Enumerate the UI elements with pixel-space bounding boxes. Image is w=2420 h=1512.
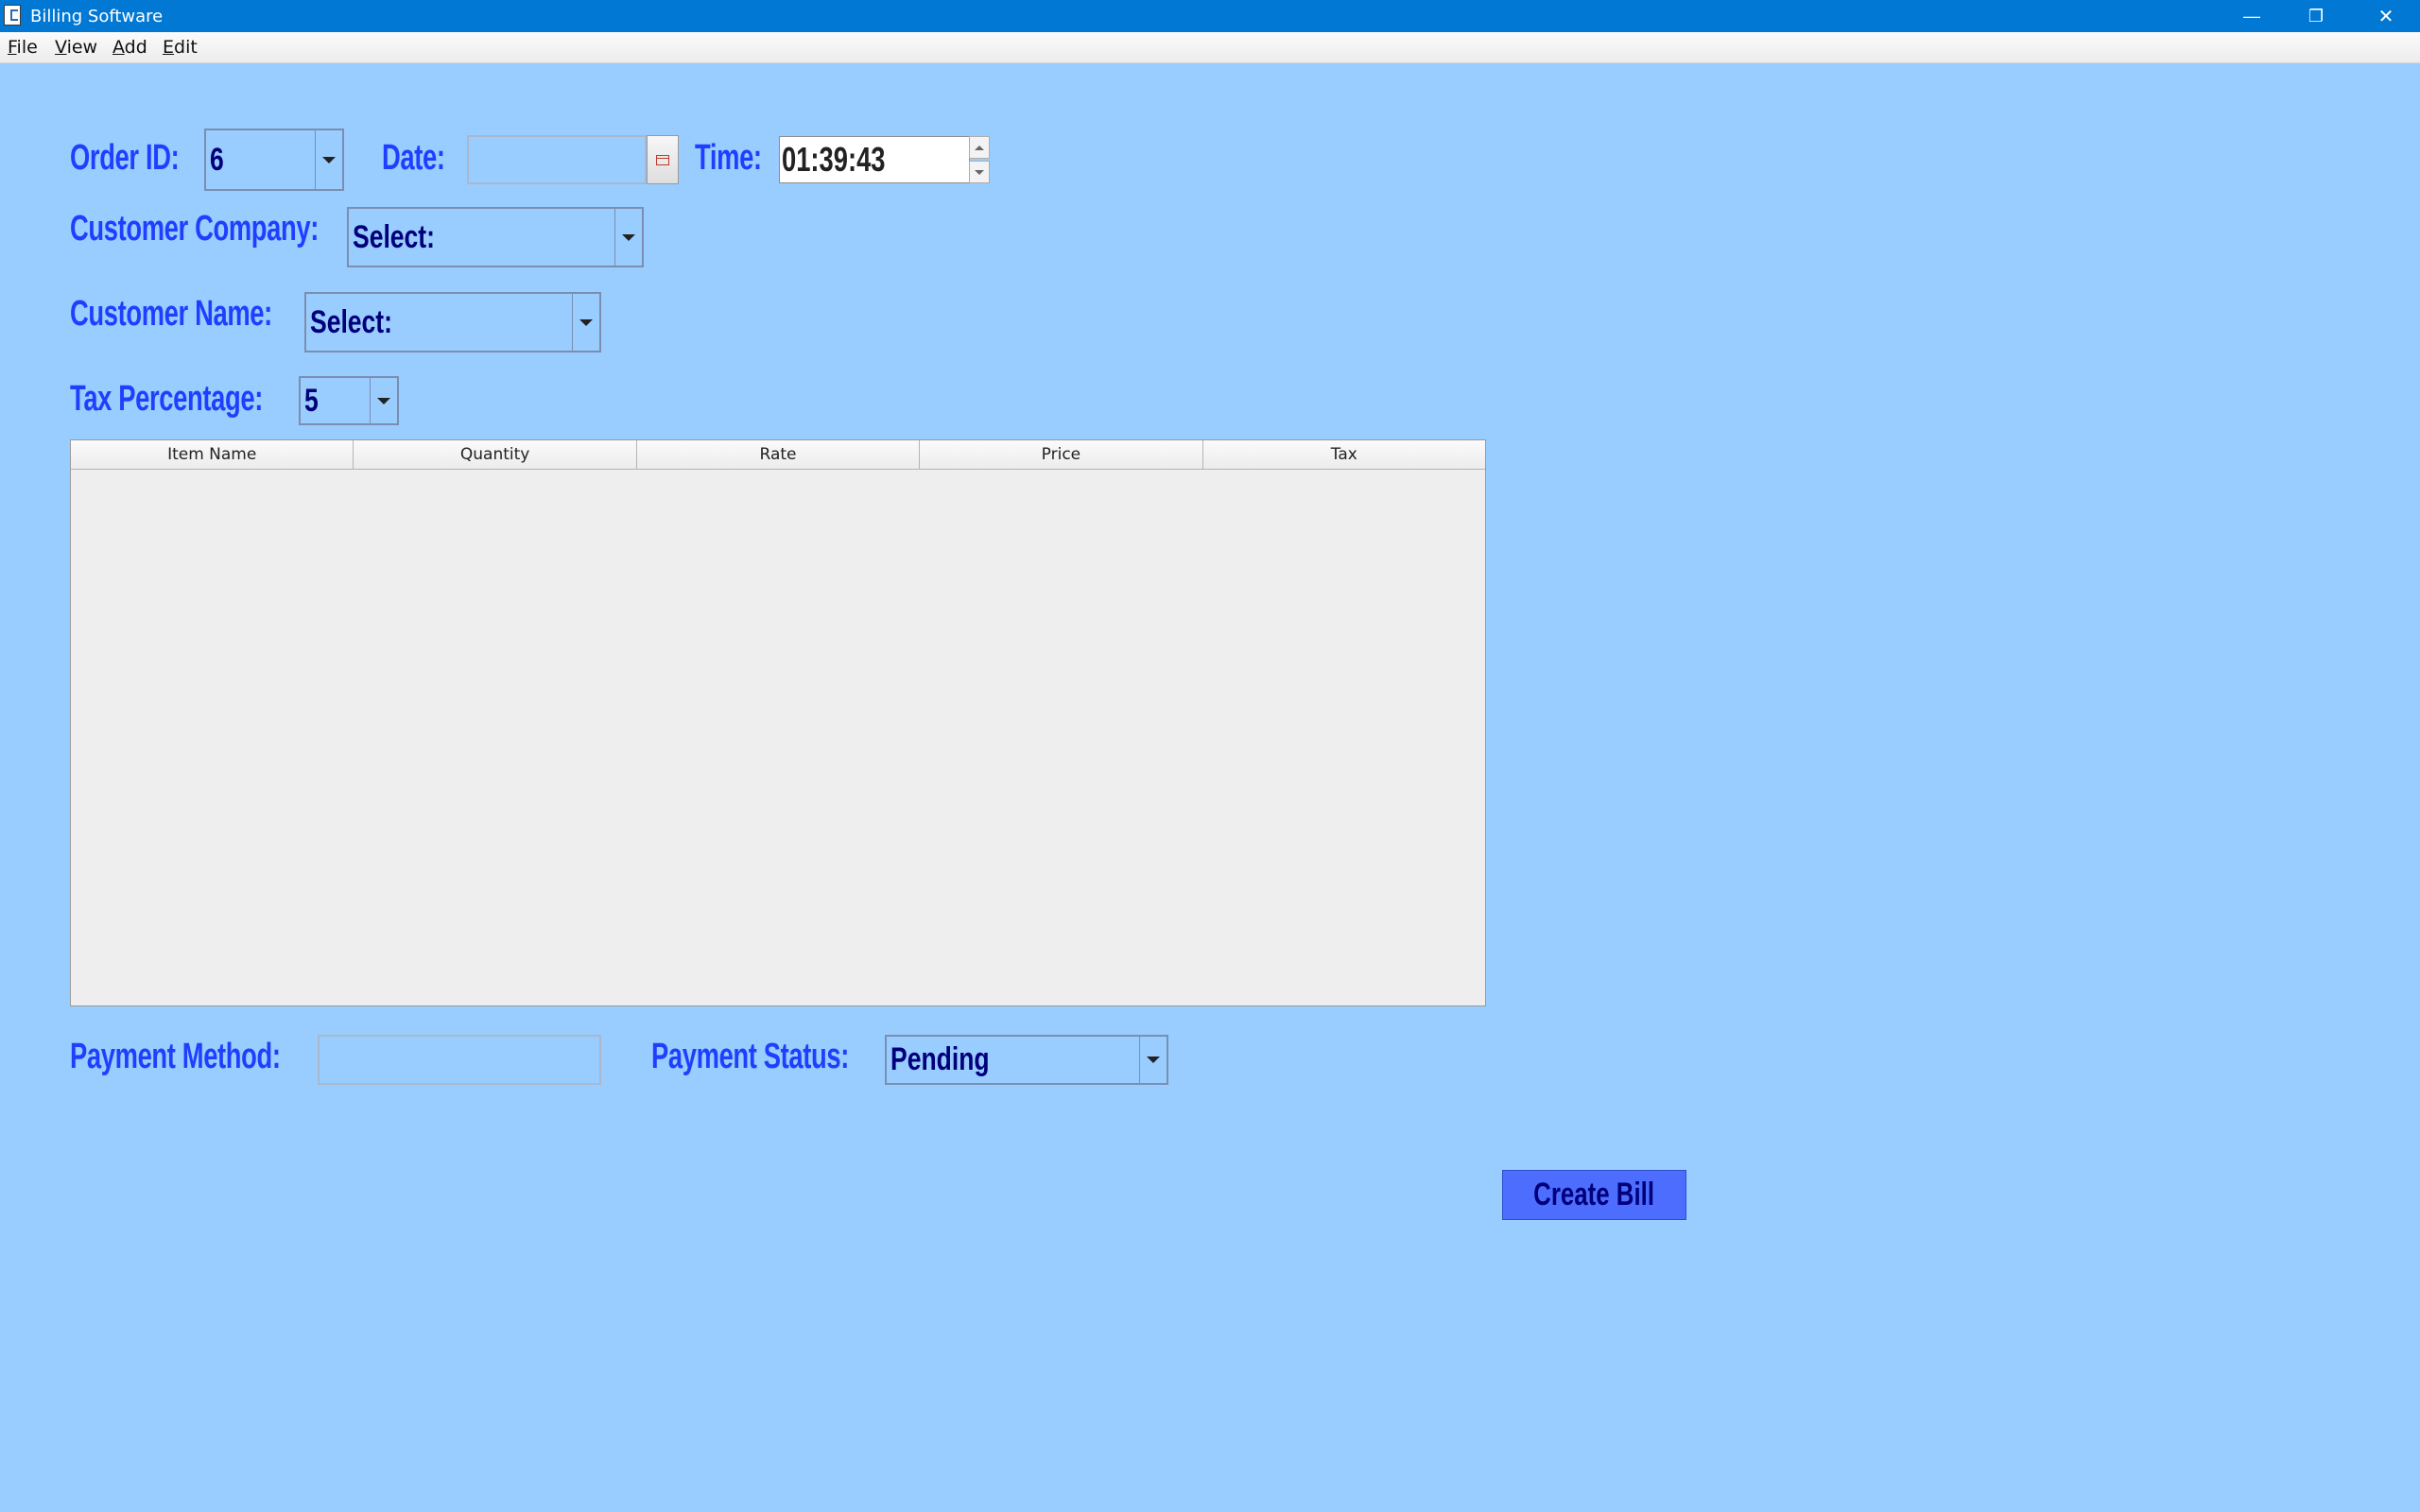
chevron-down-icon xyxy=(975,169,984,175)
tax-percentage-combo[interactable]: 5 xyxy=(299,376,399,425)
minimize-button[interactable]: — xyxy=(2220,0,2284,32)
items-table[interactable]: Item Name Quantity Rate Price Tax xyxy=(70,439,1486,1006)
calendar-icon xyxy=(656,154,669,165)
chevron-up-icon xyxy=(975,145,984,150)
chevron-down-icon xyxy=(579,318,593,326)
time-label: Time: xyxy=(695,138,762,178)
close-icon: ✕ xyxy=(2377,6,2394,27)
app-icon xyxy=(4,5,21,26)
chevron-down-icon xyxy=(322,156,336,163)
restore-button[interactable]: ❐ xyxy=(2284,0,2348,32)
restore-icon: ❐ xyxy=(2308,6,2325,26)
date-input[interactable] xyxy=(467,135,647,184)
time-input[interactable]: 01:39:43 xyxy=(779,136,970,183)
menu-edit[interactable]: Edit xyxy=(163,37,198,58)
create-bill-button[interactable]: Create Bill xyxy=(1502,1170,1686,1220)
payment-method-label: Payment Method: xyxy=(70,1037,281,1076)
customer-name-value: Select: xyxy=(310,303,392,340)
tax-percentage-label: Tax Percentage: xyxy=(70,379,263,419)
chevron-down-icon xyxy=(1147,1057,1160,1063)
time-value: 01:39:43 xyxy=(782,140,886,179)
create-bill-label: Create Bill xyxy=(1533,1177,1655,1212)
order-id-combo[interactable]: 6 xyxy=(204,129,344,191)
payment-status-label: Payment Status: xyxy=(651,1037,849,1076)
customer-name-combo[interactable]: Select: xyxy=(304,292,601,352)
order-id-label: Order ID: xyxy=(70,138,180,178)
menu-bar: File View Add Edit xyxy=(0,32,2420,63)
tax-percentage-dropdown-button[interactable] xyxy=(370,378,397,423)
window-title: Billing Software xyxy=(30,7,164,26)
customer-company-label: Customer Company: xyxy=(70,209,319,249)
payment-status-value: Pending xyxy=(890,1041,990,1077)
customer-name-dropdown-button[interactable] xyxy=(572,294,599,351)
date-label: Date: xyxy=(382,138,445,178)
column-header-quantity[interactable]: Quantity xyxy=(354,440,637,469)
column-header-tax[interactable]: Tax xyxy=(1203,440,1485,469)
customer-name-label: Customer Name: xyxy=(70,294,272,334)
menu-file[interactable]: File xyxy=(8,37,38,58)
chevron-down-icon xyxy=(377,397,390,404)
column-header-rate[interactable]: Rate xyxy=(637,440,921,469)
column-header-item-name[interactable]: Item Name xyxy=(71,440,354,469)
time-spin-down[interactable] xyxy=(969,161,990,183)
customer-company-dropdown-button[interactable] xyxy=(614,209,642,266)
menu-add[interactable]: Add xyxy=(112,37,147,58)
customer-company-combo[interactable]: Select: xyxy=(347,207,644,267)
time-spin-up[interactable] xyxy=(969,136,990,159)
menu-view[interactable]: View xyxy=(55,37,97,58)
title-bar: Billing Software — ❐ ✕ xyxy=(0,0,2420,32)
close-button[interactable]: ✕ xyxy=(2354,0,2418,32)
payment-status-dropdown-button[interactable] xyxy=(1139,1037,1167,1083)
minimize-icon: — xyxy=(2243,6,2260,26)
payment-status-combo[interactable]: Pending xyxy=(885,1035,1168,1085)
payment-method-input[interactable] xyxy=(318,1035,601,1085)
order-id-dropdown-button[interactable] xyxy=(315,130,342,189)
chevron-down-icon xyxy=(622,233,635,241)
date-picker-button[interactable] xyxy=(647,135,679,184)
customer-company-value: Select: xyxy=(353,218,435,255)
order-id-value: 6 xyxy=(210,141,224,178)
tax-percentage-value: 5 xyxy=(304,382,319,419)
table-header: Item Name Quantity Rate Price Tax xyxy=(71,440,1485,470)
column-header-price[interactable]: Price xyxy=(920,440,1203,469)
